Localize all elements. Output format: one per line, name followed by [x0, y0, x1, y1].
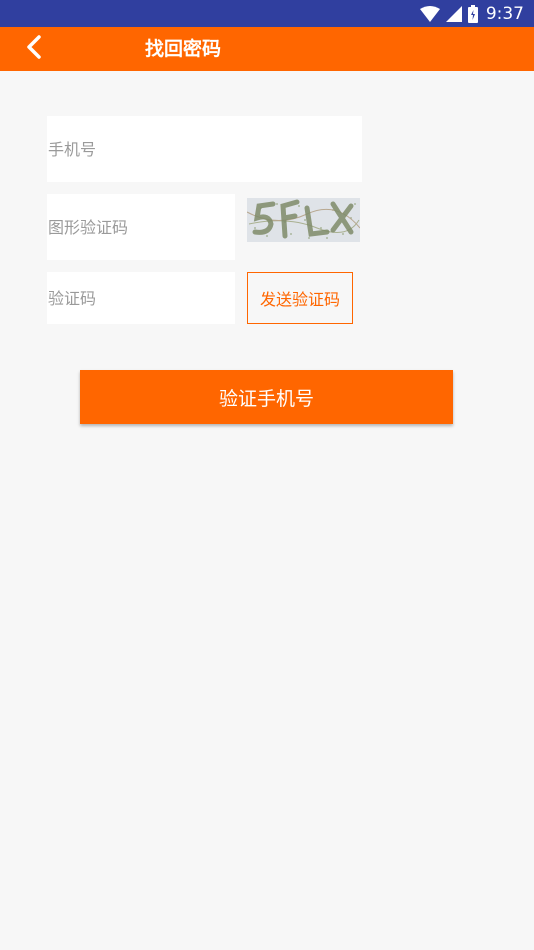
- status-time: 9:37: [485, 3, 524, 24]
- page-title: 找回密码: [145, 38, 222, 60]
- phone-input[interactable]: [47, 116, 362, 182]
- wifi-icon: [419, 5, 440, 22]
- back-button[interactable]: [18, 33, 50, 65]
- signal-icon: [445, 5, 462, 22]
- captcha-image[interactable]: [247, 198, 360, 242]
- send-code-button[interactable]: 发送验证码: [247, 272, 353, 324]
- captcha-input[interactable]: [47, 194, 235, 260]
- captcha-field[interactable]: [47, 194, 235, 260]
- verify-phone-button[interactable]: 验证手机号: [80, 370, 453, 424]
- chevron-left-icon: [26, 35, 42, 63]
- app-bar: 找回密码: [0, 27, 534, 71]
- battery-icon: [467, 4, 478, 23]
- code-input[interactable]: [47, 272, 235, 324]
- status-icons: [419, 4, 478, 23]
- status-bar: 9:37: [0, 0, 534, 27]
- code-field[interactable]: [47, 272, 235, 324]
- phone-field[interactable]: [47, 116, 362, 182]
